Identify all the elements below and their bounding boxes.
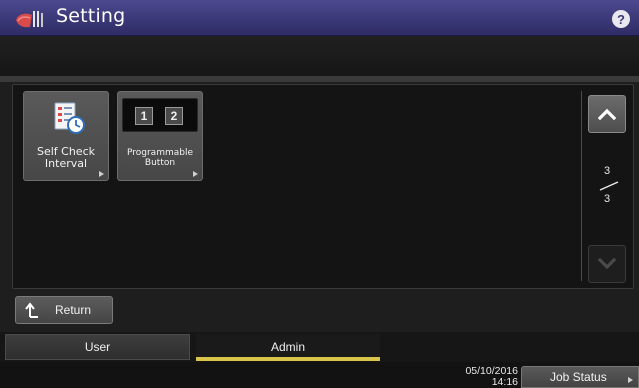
current-page: 3	[603, 165, 611, 177]
tile-label: Programmable Button	[118, 148, 202, 169]
key-two: 2	[165, 107, 183, 125]
programmable-button-button[interactable]: 1 2 Programmable Button	[117, 91, 203, 181]
help-button[interactable]: ?	[612, 10, 630, 28]
tab-user[interactable]: User	[5, 334, 190, 360]
tile-label-line2: Interval	[44, 157, 88, 171]
date-time: 05/10/2016 14:16	[465, 366, 518, 388]
divider	[0, 76, 639, 82]
return-label: Return	[55, 303, 92, 317]
page-up-button[interactable]	[588, 95, 626, 133]
page-title: Setting	[56, 5, 126, 27]
tile-label: Self Check Interval	[24, 145, 108, 171]
page-down-button[interactable]	[588, 245, 626, 283]
submenu-arrow-icon	[99, 171, 104, 177]
active-tab-indicator	[196, 357, 380, 361]
scroll-divider	[581, 91, 582, 281]
settings-panel: Self Check Interval 1 2 Programmable But…	[12, 84, 634, 289]
total-pages: 3	[603, 193, 611, 205]
tile-label-line2: Button	[144, 157, 176, 168]
number-keys-icon: 1 2	[122, 98, 198, 132]
title-bar: Setting ?	[0, 0, 639, 36]
submenu-arrow-icon	[193, 171, 198, 177]
page-separator	[599, 181, 619, 191]
job-status-label: Job Status	[550, 370, 607, 384]
checklist-clock-icon	[54, 102, 85, 134]
submenu-arrow-icon	[628, 377, 633, 383]
job-status-button[interactable]: Job Status	[521, 366, 639, 388]
message-area	[0, 36, 639, 76]
self-check-interval-button[interactable]: Self Check Interval	[23, 91, 109, 181]
settings-tools-icon	[16, 11, 43, 28]
key-one: 1	[135, 107, 153, 125]
chevron-up-icon	[598, 108, 616, 120]
return-button[interactable]: Return	[15, 296, 113, 324]
chevron-down-icon	[598, 258, 616, 270]
time: 14:16	[491, 376, 518, 388]
return-arrow-icon	[25, 302, 38, 318]
